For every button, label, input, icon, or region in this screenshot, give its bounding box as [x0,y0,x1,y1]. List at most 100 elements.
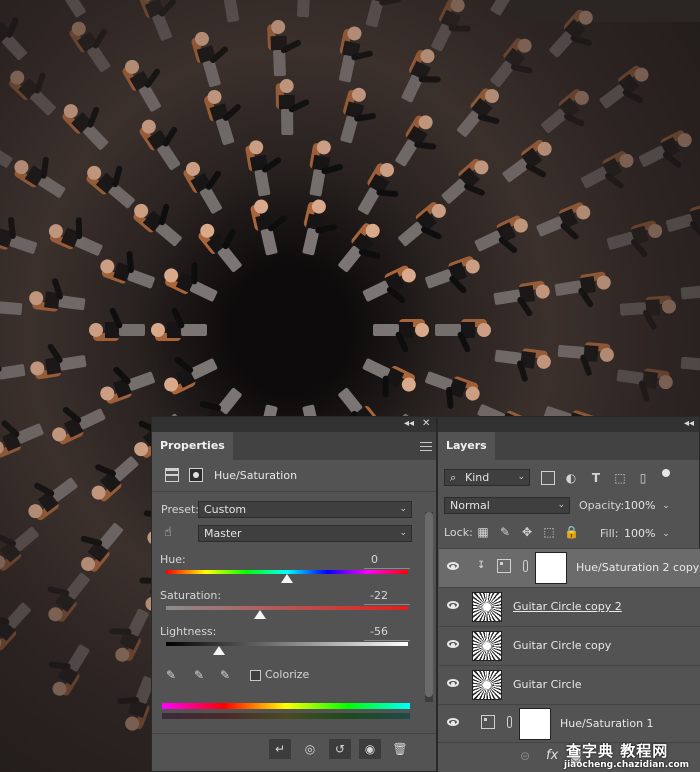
artwork-figure [75,518,129,577]
layer-thumbnail[interactable] [472,592,502,622]
artwork-figure [58,98,114,155]
saturation-label: Saturation: [160,589,222,602]
artwork-figure [576,148,638,195]
eye-icon[interactable] [447,562,459,570]
eyedropper-icon[interactable]: ✎ [164,668,178,682]
artwork-figure [497,136,557,188]
chevron-down-icon[interactable]: ⌄ [659,527,673,541]
clip-to-layer-icon[interactable]: ↵ [269,739,291,759]
collapse-button[interactable]: ◂◂ [404,418,414,429]
artwork-figure [451,83,505,142]
layer-thumbnail[interactable] [472,670,502,700]
chevron-down-icon[interactable]: ⌄ [659,499,673,513]
artwork-figure [618,294,677,331]
preset-label: Preset: [161,503,200,516]
close-button[interactable]: ✕ [422,418,430,429]
saturation-slider-track[interactable] [166,606,408,610]
eyedropper-plus-icon[interactable]: ✎ [192,668,206,682]
artwork-figure [88,306,147,341]
layer-mask-icon[interactable] [189,468,203,482]
artwork-figure [42,568,95,627]
layer-name[interactable]: Guitar Circle copy 2 [513,600,622,613]
eye-icon[interactable] [447,601,459,609]
layer-row[interactable]: Hue/Saturation 1 [439,704,700,743]
fx-icon[interactable]: fx [546,748,558,763]
artwork-figure [0,521,44,575]
link-icon[interactable] [523,560,528,572]
output-spectrum-bar [162,713,410,719]
properties-scrollbar[interactable] [425,512,433,702]
collapse-button[interactable]: ◂◂ [684,418,694,429]
layer-mask-thumbnail[interactable] [519,708,551,740]
artwork-figure [536,85,595,139]
lock-artboard-icon[interactable]: ⬚ [542,525,556,539]
eyedropper-minus-icon[interactable]: ✎ [218,668,232,682]
tab-layers[interactable]: Layers [438,432,495,460]
delete-icon[interactable]: 🗑 [389,739,411,759]
layer-name[interactable]: Hue/Saturation 1 [560,717,654,730]
link-icon[interactable]: ⊝ [520,749,530,763]
layer-mask-thumbnail[interactable] [535,552,567,584]
layer-row[interactable]: Guitar Circle copy 2 [439,587,700,626]
hue-saturation-adjustment-icon[interactable] [165,468,179,482]
artwork-figure [352,158,400,219]
eye-icon[interactable] [447,718,459,726]
lightness-slider-track[interactable] [166,642,408,646]
fill-value[interactable]: 100% [624,527,655,540]
pixel-filter-icon[interactable] [541,471,555,485]
preset-dropdown[interactable]: Custom ⌄ [198,501,412,518]
canvas-top-band [505,0,700,22]
lightness-slider-thumb[interactable] [213,646,226,655]
lock-all-icon[interactable]: 🔒 [564,525,579,539]
toggle-visibility-icon[interactable]: ◉ [359,739,381,759]
lock-transparent-icon[interactable]: ▦ [476,525,490,539]
artwork-figure [275,78,310,137]
artwork-figure [160,353,222,398]
artwork-figure [213,0,245,25]
layer-thumbnail[interactable] [472,631,502,661]
artwork-figure [679,351,700,378]
artwork-figure [160,261,222,307]
artwork-figure [594,61,653,114]
artwork-figure [389,111,438,172]
view-previous-state-icon[interactable]: ◎ [299,739,321,759]
artwork-figure [358,353,420,399]
colorize-checkbox[interactable] [250,670,261,681]
layer-name[interactable]: Guitar Circle copy [513,639,611,652]
artwork-figure [190,29,230,91]
properties-scroll-thumb[interactable] [425,512,433,697]
eye-icon[interactable] [447,679,459,687]
filter-toggle-icon[interactable] [662,469,670,477]
saturation-slider-thumb[interactable] [254,610,267,619]
link-icon[interactable] [507,716,512,728]
artwork-figure [371,319,429,354]
artwork-figure [332,219,385,278]
lock-label: Lock: [444,526,473,539]
channel-dropdown[interactable]: Master ⌄ [198,525,412,542]
layer-row[interactable]: ↧ Hue/Saturation 2 copy [439,548,700,587]
layer-name[interactable]: Hue/Saturation 2 copy [576,561,699,574]
tab-properties[interactable]: Properties [152,432,233,460]
artwork-figure [0,465,4,512]
artwork-figure [129,198,188,252]
type-filter-icon[interactable]: T [589,471,603,485]
layer-row[interactable]: Guitar Circle copy [439,626,700,665]
filter-kind-dropdown[interactable]: ⌕ Kind ⌄ [444,469,530,486]
panel-menu-icon[interactable] [420,442,432,451]
targeted-adjustment-hand-icon[interactable]: ☝ [164,525,172,540]
artwork-figure [109,604,154,666]
lightness-value-underline [364,626,410,641]
artwork-figure [395,45,441,107]
opacity-value[interactable]: 100% [624,499,655,512]
lock-paint-icon[interactable]: ✎ [498,525,512,539]
layer-row[interactable]: Guitar Circle [439,665,700,704]
reset-icon[interactable]: ↺ [329,739,351,759]
adjustment-filter-icon[interactable]: ◐ [564,471,578,485]
lock-position-icon[interactable]: ✥ [520,525,534,539]
smart-object-filter-icon[interactable]: ▯ [636,471,650,485]
layer-name[interactable]: Guitar Circle [513,678,582,691]
hue-slider-thumb[interactable] [281,574,293,583]
blend-mode-dropdown[interactable]: Normal ⌄ [444,497,570,514]
eye-icon[interactable] [447,640,459,648]
shape-filter-icon[interactable]: ⬚ [613,471,627,485]
